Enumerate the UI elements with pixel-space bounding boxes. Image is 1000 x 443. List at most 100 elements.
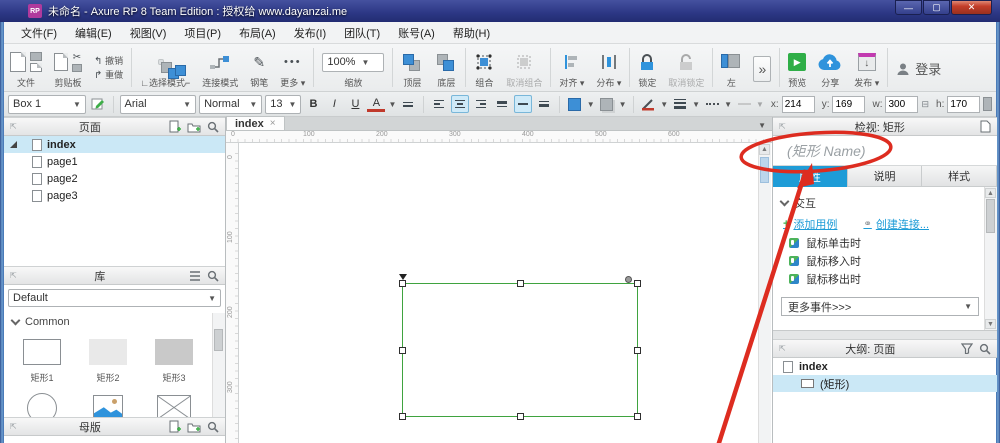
outline-item-rectangle[interactable]: (矩形) [773, 375, 997, 392]
outline-item-index[interactable]: index [773, 358, 997, 375]
group-group[interactable]: 组合 [468, 44, 500, 91]
line-style-button[interactable] [703, 95, 721, 113]
toolbar-overflow-button[interactable]: » [753, 56, 771, 82]
x-input[interactable] [782, 96, 815, 113]
resize-handle-se[interactable] [634, 413, 641, 420]
event-onmouseenter[interactable]: 鼠标移入时 [789, 253, 861, 269]
search-icon[interactable] [979, 343, 991, 355]
file-group[interactable]: 文件 [4, 44, 48, 91]
lock-group[interactable]: 锁定 [632, 44, 662, 91]
line-width-caret[interactable]: ▼ [692, 100, 700, 109]
share-group[interactable]: 分享 [812, 44, 848, 91]
resize-handle-ne[interactable] [634, 280, 641, 287]
valign-top-button[interactable] [493, 95, 511, 113]
add-folder-icon[interactable] [187, 421, 201, 433]
menu-publish[interactable]: 发布(I) [285, 22, 335, 44]
resize-handle-w[interactable] [399, 347, 406, 354]
font-family-select[interactable]: Arial▼ [120, 95, 197, 114]
canvas-scroll-thumb[interactable] [760, 157, 769, 183]
create-connection-link[interactable]: ⚭ 创建连接... [863, 216, 929, 232]
widget-ellipse[interactable] [10, 393, 74, 417]
link-dimensions-icon[interactable]: ⊟ [921, 99, 929, 110]
valign-bottom-button[interactable] [535, 95, 553, 113]
menu-layout[interactable]: 布局(A) [230, 22, 285, 44]
collapse-panel-icon[interactable]: ⇱ [779, 344, 786, 353]
resize-handle-nw[interactable] [399, 280, 406, 287]
library-scroll-thumb[interactable] [214, 329, 223, 351]
paste-icon[interactable] [72, 64, 82, 72]
undo-button[interactable]: ↰ 撤销 [94, 56, 123, 67]
event-onmouseout[interactable]: 鼠标移出时 [789, 271, 861, 287]
distribute-group[interactable]: 分布 ▾ [590, 44, 627, 91]
scroll-up-icon[interactable]: ▲ [759, 144, 770, 155]
new-file-icon[interactable] [10, 52, 26, 72]
publish-group[interactable]: ↓ 发布 ▾ [848, 44, 885, 91]
widget-rect1[interactable]: 矩形1 [10, 339, 74, 384]
search-icon[interactable] [207, 270, 219, 282]
page-item-page2[interactable]: page2 [4, 170, 225, 187]
inspector-scroll-thumb[interactable] [986, 199, 995, 233]
resize-handle-sw[interactable] [399, 413, 406, 420]
align-center-button[interactable] [451, 95, 469, 113]
add-page-icon[interactable] [169, 120, 181, 133]
menu-edit[interactable]: 编辑(E) [66, 22, 121, 44]
font-color-caret[interactable]: ▼ [388, 100, 396, 109]
library-kit-select[interactable]: Default▼ [8, 289, 221, 307]
shadow-button[interactable] [598, 95, 616, 113]
align-right-button[interactable] [472, 95, 490, 113]
widget-name-input[interactable] [773, 136, 997, 166]
left-align-group[interactable]: 左 [715, 44, 747, 91]
zoom-select[interactable]: 100%▼ [322, 53, 384, 72]
login-group[interactable]: 登录 [890, 44, 947, 91]
selected-rectangle-widget[interactable] [402, 283, 638, 417]
font-weight-select[interactable]: Normal▼ [199, 95, 262, 114]
add-page-icon[interactable] [169, 420, 181, 433]
interaction-dot-icon[interactable] [625, 276, 632, 283]
valign-middle-button[interactable] [514, 95, 532, 113]
more-group[interactable]: ••• 更多 ▾ [274, 44, 311, 91]
w-input[interactable] [885, 96, 918, 113]
y-input[interactable] [832, 96, 865, 113]
event-onclick[interactable]: 鼠标单击时 [789, 235, 861, 251]
collapse-panel-icon[interactable]: ⇱ [10, 271, 17, 280]
resize-handle-e[interactable] [634, 347, 641, 354]
tab-close-icon[interactable]: × [270, 118, 276, 129]
collapse-panel-icon[interactable]: ⇱ [779, 122, 786, 131]
italic-button[interactable]: I [325, 95, 343, 113]
align-group[interactable]: 对齐 ▾ [553, 44, 590, 91]
tab-index[interactable]: index × [226, 116, 285, 130]
menu-team[interactable]: 团队(T) [335, 22, 389, 44]
copy-icon[interactable] [54, 53, 68, 71]
font-color-button[interactable]: A [367, 97, 385, 112]
add-folder-icon[interactable] [187, 121, 201, 133]
collapse-panel-icon[interactable]: ⇱ [10, 422, 17, 431]
expand-icon[interactable] [10, 141, 17, 148]
underline-button[interactable]: U [346, 95, 364, 113]
line-spacing-button[interactable] [399, 95, 417, 113]
collapse-panel-icon[interactable]: ⇱ [10, 122, 17, 131]
fill-color-button[interactable] [566, 95, 584, 113]
tab-properties[interactable]: 属性 [773, 166, 848, 187]
pen-group[interactable]: ✎ 钢笔 [244, 44, 274, 91]
close-button[interactable]: ✕ [951, 0, 992, 15]
menu-help[interactable]: 帮助(H) [444, 22, 499, 44]
open-icon[interactable] [30, 63, 42, 72]
h-input[interactable] [947, 96, 980, 113]
resize-handle-n[interactable] [517, 280, 524, 287]
widget-image[interactable] [76, 395, 140, 417]
edit-style-icon[interactable] [89, 95, 107, 113]
tab-list-caret[interactable]: ▼ [752, 121, 772, 130]
menu-view[interactable]: 视图(V) [121, 22, 176, 44]
tab-notes[interactable]: 说明 [848, 166, 923, 187]
resize-handle-s[interactable] [517, 413, 524, 420]
more-events-select[interactable]: 更多事件>>>▼ [781, 297, 979, 316]
clipboard-group[interactable]: ✂ 剪贴板 [48, 44, 88, 91]
widget-placeholder[interactable] [142, 395, 206, 417]
notes-page-icon[interactable] [980, 120, 991, 133]
maximize-button[interactable]: ▢ [923, 0, 950, 15]
shadow-caret[interactable]: ▼ [619, 100, 627, 109]
scroll-down-icon[interactable]: ▼ [985, 319, 996, 329]
page-item-page3[interactable]: page3 [4, 187, 225, 204]
widget-rect3[interactable]: 矩形3 [142, 339, 206, 384]
scroll-up-icon[interactable]: ▲ [985, 188, 996, 198]
